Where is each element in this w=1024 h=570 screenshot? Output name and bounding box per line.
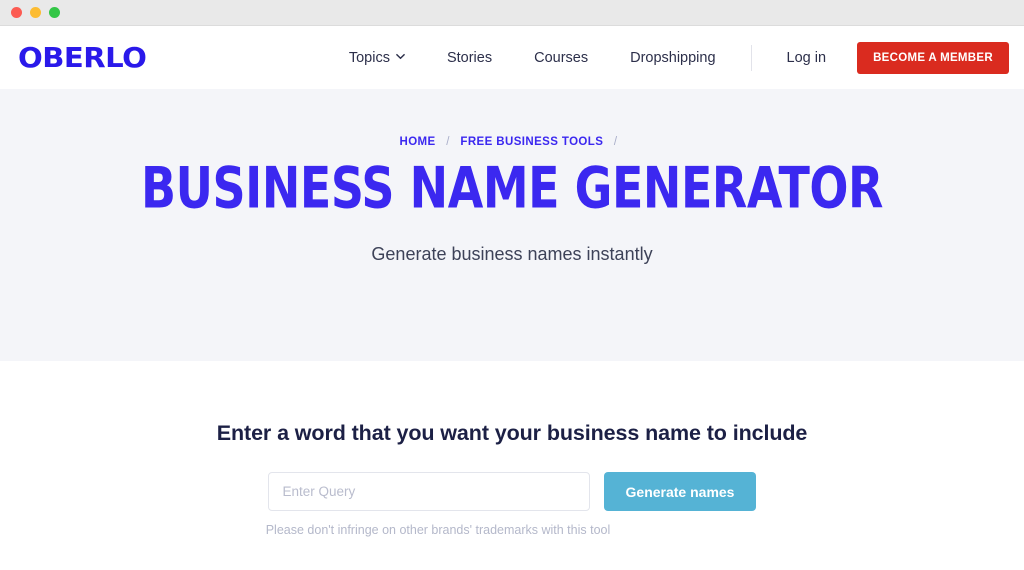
page-title: BUSINESS NAME GENERATOR [141,154,883,222]
nav-item-stories-label: Stories [446,49,493,66]
breadcrumb-item-free-business-tools[interactable]: FREE BUSINESS TOOLS [460,136,603,148]
breadcrumb-separator: / [446,136,450,148]
oberlo-logo[interactable]: OBERLO [18,43,147,72]
nav-divider [750,44,752,71]
minimize-button[interactable] [30,7,41,18]
generator-form: Generate names [0,472,1024,511]
breadcrumb: HOME / FREE BUSINESS TOOLS / [0,136,1024,148]
nav-item-courses[interactable]: Courses [513,50,609,66]
zoom-button[interactable] [49,7,60,18]
tool-heading: Enter a word that you want your business… [216,421,808,445]
nav-item-topics-label: Topics [348,49,390,66]
query-input[interactable] [267,472,590,511]
chevron-down-icon [396,52,405,61]
become-a-member-button[interactable]: BECOME A MEMBER [857,41,1009,74]
login-link[interactable]: Log in [766,50,848,66]
nav-item-dropshipping-label: Dropshipping [630,49,716,66]
main-navigation: Topics Stories Courses Dropshipping Log … [328,41,1009,74]
trademark-helper-text: Please don't infringe on other brands' t… [265,523,611,537]
browser-titlebar [0,0,1024,26]
name-generator-tool: Enter a word that you want your business… [0,361,1024,537]
generate-names-button[interactable]: Generate names [603,472,757,511]
breadcrumb-item-home[interactable]: HOME [399,136,435,148]
breadcrumb-trailing-separator: / [613,136,618,148]
nav-item-stories[interactable]: Stories [426,50,513,66]
traffic-lights [11,7,60,18]
site-header: OBERLO Topics Stories Courses Dropshippi… [0,26,1024,89]
hero-section: HOME / FREE BUSINESS TOOLS / BUSINESS NA… [0,89,1024,361]
nav-item-courses-label: Courses [534,49,589,66]
nav-item-dropshipping[interactable]: Dropshipping [609,50,736,66]
close-button[interactable] [11,7,22,18]
nav-item-topics[interactable]: Topics [328,50,426,66]
page-subtitle: Generate business names instantly [371,244,653,264]
